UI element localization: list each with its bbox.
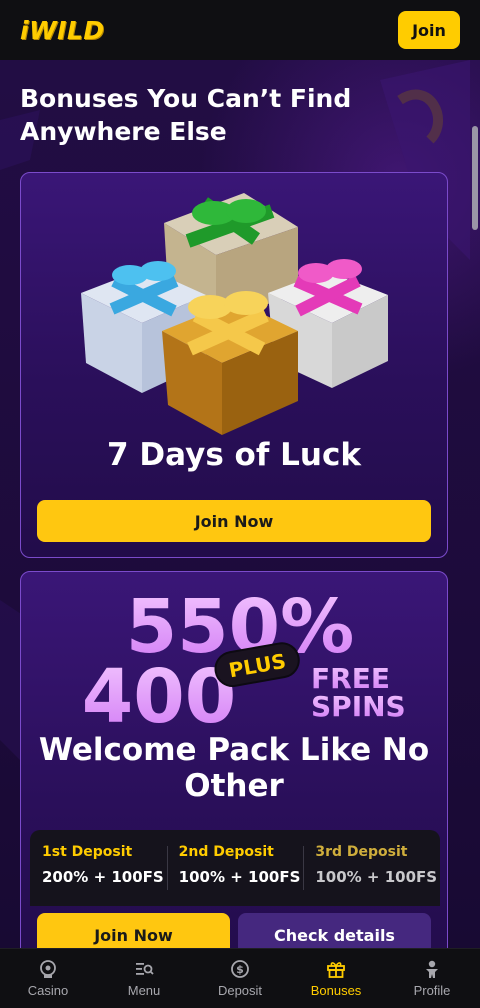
deposit-title: 2nd Deposit — [178, 844, 274, 860]
deposit-value: 100% + 100FS — [315, 868, 438, 886]
card-title: Welcome Pack Like No Other — [38, 732, 430, 804]
nav-profile[interactable]: Profile — [384, 949, 480, 1008]
deposit-3: 3rd Deposit 100% + 100FS — [303, 844, 440, 906]
bottom-navigation: Casino Menu $ Deposit Bonuses Profile — [0, 948, 480, 1008]
page-title: Bonuses You Can’t Find Anywhere Else — [20, 84, 352, 146]
deposit-breakdown: 1st Deposit 200% + 100FS 2nd Deposit 100… — [30, 830, 440, 906]
profile-icon — [426, 960, 438, 978]
scrollbar[interactable] — [472, 126, 478, 230]
bonus-card-welcome-pack: 550% 400 FREE SPINS PLUS Welcome Pack Li… — [20, 571, 448, 948]
promo-spins-word: SPINS — [311, 690, 405, 723]
deposit-value: 100% + 100FS — [178, 868, 301, 886]
gift-icon — [327, 962, 345, 978]
top-bar: iWILD Join — [0, 0, 480, 60]
deposit-title: 1st Deposit — [42, 844, 133, 860]
nav-label: Menu — [127, 983, 161, 998]
deposit-title: 3rd Deposit — [315, 844, 408, 860]
deposit-value: 200% + 100FS — [42, 868, 164, 886]
nav-label: Deposit — [217, 983, 263, 998]
promo-banner: 550% 400 FREE SPINS PLUS — [82, 586, 405, 726]
nav-label: Casino — [27, 983, 69, 998]
casino-icon — [40, 960, 56, 978]
deposit-2: 2nd Deposit 100% + 100FS — [166, 844, 304, 906]
join-now-button[interactable]: Join Now — [37, 913, 230, 948]
main-content[interactable]: Bonuses You Can’t Find Anywhere Else 7 D… — [0, 60, 480, 948]
deposit-icon: $ — [231, 960, 249, 978]
menu-search-icon — [136, 963, 154, 975]
nav-menu[interactable]: Menu — [96, 949, 192, 1008]
check-details-button[interactable]: Check details — [238, 913, 431, 948]
gift-boxes-icon — [81, 193, 388, 435]
nav-label: Bonuses — [310, 983, 362, 998]
nav-deposit[interactable]: $ Deposit — [192, 949, 288, 1008]
nav-label: Profile — [413, 983, 451, 998]
join-now-button[interactable]: Join Now — [37, 500, 431, 542]
svg-text:$: $ — [236, 963, 244, 976]
nav-casino[interactable]: Casino — [0, 949, 96, 1008]
join-button[interactable]: Join — [398, 11, 460, 49]
nav-bonuses[interactable]: Bonuses — [288, 949, 384, 1008]
site-logo[interactable]: iWILD — [20, 16, 105, 45]
bonus-card-7-days: 7 Days of Luck Join Now — [20, 172, 448, 558]
card-title: 7 Days of Luck — [107, 437, 361, 473]
deposit-1: 1st Deposit 200% + 100FS — [30, 844, 167, 906]
promo-spins-count: 400 — [82, 654, 236, 726]
